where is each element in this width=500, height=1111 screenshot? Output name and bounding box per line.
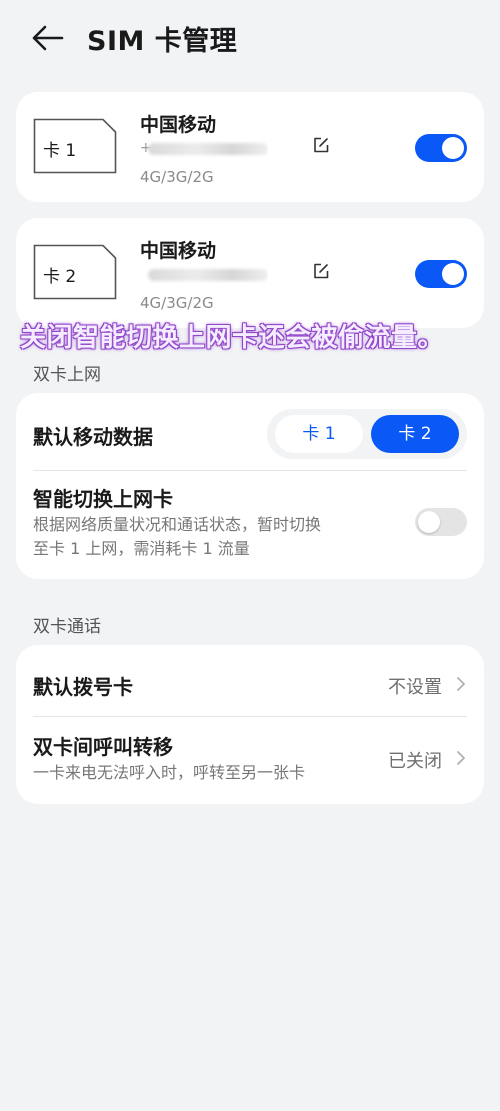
data-option-card2[interactable]: 卡 2 [371, 415, 459, 453]
toggle-knob [442, 263, 464, 285]
sim-label: 卡 1 [43, 141, 77, 161]
call-forwarding-title: 双卡间呼叫转移 [33, 735, 173, 759]
default-data-title: 默认移动数据 [33, 425, 153, 449]
page-title: SIM 卡管理 [87, 26, 238, 57]
data-option-card1[interactable]: 卡 1 [275, 415, 363, 453]
phone-number-redacted [140, 266, 268, 284]
edit-icon[interactable] [312, 136, 330, 154]
toggle-knob [418, 511, 440, 533]
section-label-data: 双卡上网 [33, 365, 101, 385]
chevron-right-icon [457, 677, 465, 691]
sim1-enable-toggle[interactable] [415, 134, 467, 162]
edit-icon[interactable] [312, 262, 330, 280]
sim2-enable-toggle[interactable] [415, 260, 467, 288]
chevron-right-icon [457, 751, 465, 765]
number-blur [148, 143, 268, 155]
smart-switch-toggle[interactable] [415, 508, 467, 536]
call-forwarding-value: 已关闭 [388, 751, 442, 772]
default-dial-title: 默认拨号卡 [33, 675, 133, 699]
carrier-name: 中国移动 [140, 114, 217, 136]
divider [33, 470, 467, 471]
default-dial-row[interactable]: 默认拨号卡 不设置 [16, 645, 484, 717]
section-label-calls: 双卡通话 [33, 617, 101, 637]
smart-switch-subtitle-line2: 至卡 1 上网，需消耗卡 1 流量 [33, 539, 250, 558]
toggle-knob [442, 137, 464, 159]
default-dial-value: 不设置 [388, 677, 442, 698]
sim-card-2: 卡 2 中国移动 4G/3G/2G [16, 218, 484, 328]
app-header: SIM 卡管理 [0, 0, 500, 76]
call-forwarding-row[interactable]: 双卡间呼叫转移 一卡来电无法呼入时，呼转至另一张卡 已关闭 [16, 717, 484, 804]
smart-switch-subtitle-line1: 根据网络质量状况和通话状态，暂时切换 [33, 515, 322, 534]
overlay-caption: 关闭智能切换上网卡还会被偷流量。 [20, 323, 445, 353]
data-settings-card: 默认移动数据 卡 1 卡 2 智能切换上网卡 根据网络质量状况和通话状态，暂时切… [16, 393, 484, 579]
default-data-segmented-control: 卡 1 卡 2 [267, 409, 467, 459]
network-type: 4G/3G/2G [140, 168, 214, 186]
phone-number-redacted: + [140, 140, 268, 158]
carrier-name: 中国移动 [140, 240, 217, 262]
sim-card-1: 卡 1 中国移动 + 4G/3G/2G [16, 92, 484, 202]
call-forwarding-subtitle: 一卡来电无法呼入时，呼转至另一张卡 [33, 763, 306, 782]
smart-switch-title: 智能切换上网卡 [33, 487, 173, 511]
back-arrow-icon[interactable] [28, 20, 68, 56]
sim-label: 卡 2 [43, 267, 77, 287]
network-type: 4G/3G/2G [140, 294, 214, 312]
call-settings-card: 默认拨号卡 不设置 双卡间呼叫转移 一卡来电无法呼入时，呼转至另一张卡 已关闭 [16, 645, 484, 804]
number-blur [148, 269, 268, 281]
